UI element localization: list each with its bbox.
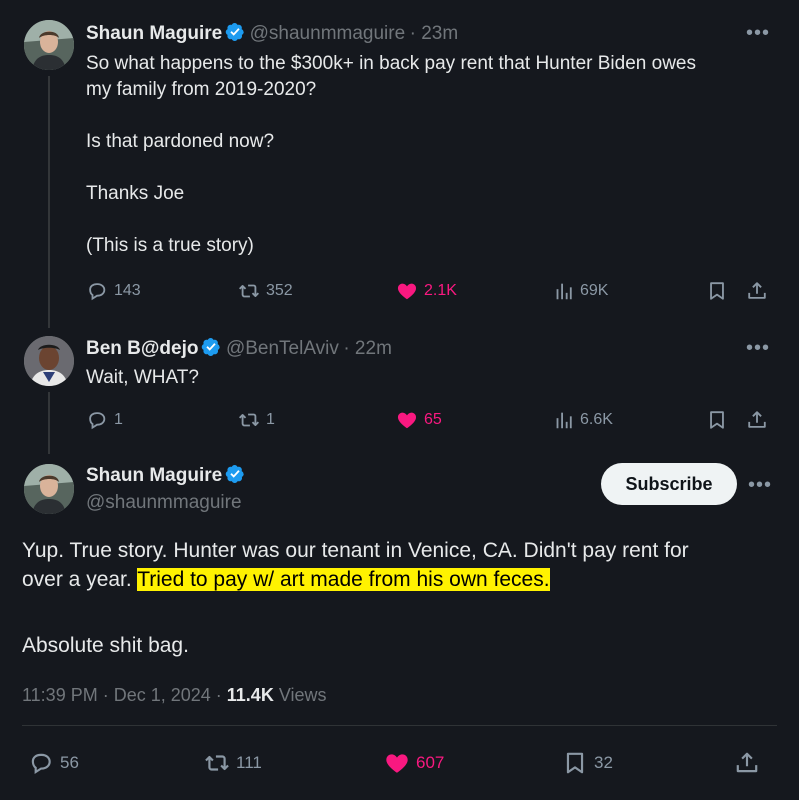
- repost-count: 111: [236, 753, 262, 772]
- heart-icon: [384, 750, 410, 776]
- reply-count: 1: [114, 411, 123, 428]
- reply-count: 56: [60, 753, 79, 772]
- tweet1-header: Shaun Maguire @shaunmmaguire · 23m: [86, 22, 458, 45]
- reply-count: 143: [114, 282, 141, 299]
- views-icon: [552, 280, 574, 302]
- bookmark-icon: [706, 280, 728, 302]
- views-count: 69K: [580, 282, 609, 299]
- author-name[interactable]: Shaun Maguire: [86, 465, 222, 486]
- thread-line: [48, 392, 50, 454]
- tweet2-header: Ben B@dejo @BenTelAviv · 22m: [86, 337, 392, 360]
- like-button[interactable]: 607: [384, 750, 444, 776]
- bookmark-button[interactable]: 32: [562, 750, 613, 776]
- avatar-shaun-maguire[interactable]: [24, 464, 74, 514]
- verified-badge-icon: [225, 464, 245, 484]
- share-button[interactable]: [746, 409, 768, 431]
- reply-icon: [86, 409, 108, 431]
- tweet-text: So what happens to the $300k+ in back pa…: [86, 53, 696, 256]
- main-tweet-text: Yup. True story. Hunter was our tenant i…: [22, 536, 792, 594]
- views-count: 6.6K: [580, 411, 613, 428]
- views-count: 11.4K: [226, 685, 274, 705]
- bookmark-button[interactable]: [706, 409, 728, 431]
- bookmark-icon: [706, 409, 728, 431]
- heart-icon: [396, 280, 418, 302]
- tweet1-actions: 143 352 2.1K 69K: [86, 280, 776, 304]
- share-icon: [734, 750, 760, 776]
- thread-line: [48, 76, 50, 328]
- reply-button[interactable]: 56: [28, 750, 79, 776]
- views-label: Views: [273, 685, 327, 705]
- views-icon: [552, 409, 574, 431]
- main-text-line1: Yup. True story. Hunter was our tenant i…: [22, 539, 689, 562]
- author-name[interactable]: Shaun Maguire: [86, 23, 222, 44]
- avatar-ben-badejo[interactable]: [24, 336, 74, 386]
- main-author-name-row: Shaun Maguire: [86, 464, 245, 487]
- repost-icon: [204, 750, 230, 776]
- author-handle[interactable]: @shaunmmaguire: [86, 492, 242, 514]
- verified-badge-icon: [225, 22, 245, 42]
- share-button[interactable]: [746, 280, 768, 302]
- repost-button[interactable]: 1: [238, 409, 275, 431]
- repost-count: 1: [266, 411, 275, 428]
- tweet-text: Wait, WHAT?: [86, 367, 199, 388]
- subscribe-button[interactable]: Subscribe: [601, 463, 737, 505]
- views-button[interactable]: 6.6K: [552, 409, 613, 431]
- bookmark-button[interactable]: [706, 280, 728, 302]
- bookmark-count: 32: [594, 753, 613, 772]
- tweet-time[interactable]: · 23m: [410, 23, 459, 44]
- repost-count: 352: [266, 282, 293, 299]
- share-icon: [746, 280, 768, 302]
- like-count: 607: [416, 753, 445, 772]
- verified-badge-icon: [201, 337, 221, 357]
- reply-icon: [28, 750, 54, 776]
- main-text-line3: Absolute shit bag.: [22, 634, 189, 657]
- like-button[interactable]: 65: [396, 409, 442, 431]
- like-button[interactable]: 2.1K: [396, 280, 457, 302]
- timestamp-text[interactable]: 11:39 PM · Dec 1, 2024 ·: [22, 685, 227, 705]
- views-button[interactable]: 69K: [552, 280, 608, 302]
- repost-icon: [238, 280, 260, 302]
- share-button[interactable]: [734, 750, 760, 776]
- main-actions: 56 111 607 32: [28, 750, 768, 778]
- author-handle[interactable]: @BenTelAviv: [226, 338, 339, 359]
- reply-icon: [86, 280, 108, 302]
- tweet-timestamp[interactable]: 11:39 PM · Dec 1, 2024 · 11.4K Views: [22, 685, 327, 706]
- more-icon[interactable]: •••: [746, 22, 770, 45]
- like-count: 2.1K: [424, 282, 457, 299]
- highlighted-text: Tried to pay w/ art made from his own fe…: [137, 568, 550, 591]
- divider: [22, 725, 777, 726]
- repost-icon: [238, 409, 260, 431]
- share-icon: [746, 409, 768, 431]
- heart-icon: [396, 409, 418, 431]
- main-text-line2: over a year. Tried to pay w/ art made fr…: [22, 565, 792, 594]
- tweet2-actions: 1 1 65 6.6K: [86, 409, 776, 433]
- repost-button[interactable]: 352: [238, 280, 293, 302]
- more-icon[interactable]: •••: [748, 474, 772, 497]
- reply-button[interactable]: 143: [86, 280, 141, 302]
- author-name[interactable]: Ben B@dejo: [86, 338, 198, 359]
- like-count: 65: [424, 411, 442, 428]
- repost-button[interactable]: 111: [204, 750, 262, 776]
- tweet-time[interactable]: · 22m: [343, 338, 392, 359]
- main-text-plain: over a year.: [22, 568, 138, 591]
- bookmark-icon: [562, 750, 588, 776]
- author-handle[interactable]: @shaunmmaguire: [250, 23, 406, 44]
- more-icon[interactable]: •••: [746, 337, 770, 360]
- reply-button[interactable]: 1: [86, 409, 123, 431]
- avatar-shaun-maguire[interactable]: [24, 20, 74, 70]
